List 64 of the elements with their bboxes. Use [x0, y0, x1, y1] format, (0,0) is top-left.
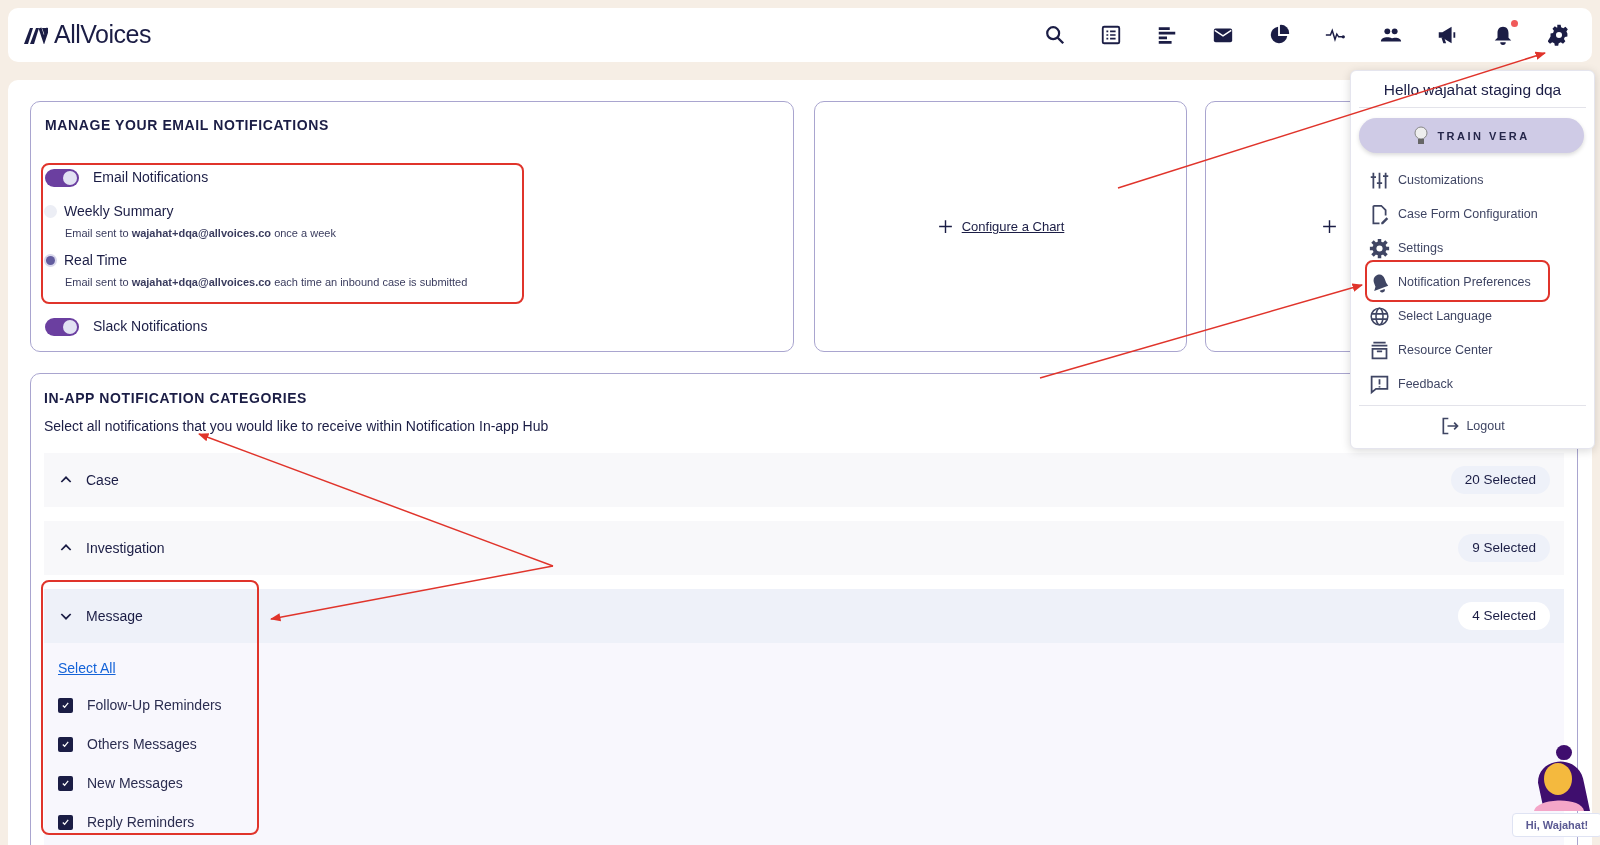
menu-item[interactable]: Settings	[1369, 233, 1448, 264]
logo-icon	[24, 26, 48, 44]
checkbox-label: Reply Reminders	[87, 813, 195, 832]
checkmark-icon	[61, 701, 70, 710]
plus-icon[interactable]	[1321, 218, 1338, 235]
checkmark-icon	[61, 740, 70, 749]
menu-greeting: Hello wajahat staging dqa	[1359, 75, 1586, 109]
logout-link[interactable]: Logout	[1440, 416, 1505, 437]
category-header[interactable]: Message 4 Selected	[44, 589, 1564, 643]
globe-icon	[1369, 305, 1390, 327]
logo-text: AllVoices	[54, 19, 151, 51]
feedback-icon	[1369, 373, 1390, 395]
gear-icon[interactable]	[1548, 24, 1570, 46]
toggle-label: Email Notifications	[93, 168, 209, 187]
selected-count: 20 Selected	[1450, 466, 1550, 494]
category-header[interactable]: Investigation 9 Selected	[44, 521, 1564, 575]
category-name: Case	[86, 470, 119, 490]
search-icon[interactable]	[1044, 24, 1066, 46]
selected-count: 4 Selected	[1458, 602, 1550, 630]
selected-count: 9 Selected	[1458, 534, 1550, 562]
menu-item[interactable]: Case Form Configuration	[1369, 199, 1542, 230]
radio-label: Real Time	[64, 250, 128, 270]
checkbox-label: Others Messages	[87, 735, 197, 754]
lightbulb-icon	[1413, 125, 1430, 146]
bell-icon[interactable]	[1492, 24, 1514, 46]
section-subtitle: Select all notifications that you would like to receive within Notification In-app Hub	[44, 417, 549, 436]
section-title: MANAGE YOUR EMAIL NOTIFICATIONS	[45, 116, 330, 135]
radio-button[interactable]	[44, 253, 57, 267]
menu-item[interactable]: Feedback	[1369, 369, 1457, 400]
toggle-label: Slack Notifications	[93, 317, 208, 336]
pie-chart-icon[interactable]	[1268, 24, 1290, 46]
option-description: Email sent to wajahat+dqa@allvoices.co once a week	[65, 226, 337, 241]
gear-icon	[1369, 237, 1390, 259]
category-name: Message	[86, 606, 143, 626]
radio-button[interactable]	[44, 205, 57, 218]
category-name: Investigation	[86, 538, 165, 558]
option-description: Email sent to wajahat+dqa@allvoices.co each time an inbound case is submitted	[65, 274, 469, 290]
logout-icon	[1440, 416, 1461, 437]
bar-chart-icon[interactable]	[1156, 24, 1178, 46]
toggle-switch[interactable]	[45, 317, 79, 336]
list-icon[interactable]	[1100, 24, 1122, 46]
select-all-link[interactable]: Select All	[58, 658, 116, 679]
checkbox[interactable]	[58, 698, 73, 713]
checkmark-icon	[61, 818, 70, 827]
radio-label: Weekly Summary	[64, 202, 174, 221]
assistant-greeting[interactable]: Hi, Wajahat!	[1512, 813, 1600, 837]
checkbox[interactable]	[58, 776, 73, 791]
archive-box-icon	[1369, 339, 1390, 361]
menu-item[interactable]: Customizations	[1369, 165, 1488, 196]
category-header[interactable]: Case 20 Selected	[44, 453, 1564, 507]
checkbox-label: New Messages	[87, 774, 183, 793]
section-title: IN-APP NOTIFICATION CATEGORIES	[44, 389, 308, 408]
menu-item[interactable]: Select Language	[1369, 301, 1496, 332]
checkbox[interactable]	[58, 737, 73, 752]
menu-item[interactable]: Resource Center	[1369, 335, 1497, 366]
megaphone-icon[interactable]	[1436, 24, 1458, 46]
menu-item[interactable]: Notification Preferences	[1369, 267, 1535, 298]
toggle-switch[interactable]	[45, 168, 79, 187]
train-vera-button[interactable]: TRAIN VERA	[1359, 118, 1584, 154]
plus-icon	[936, 218, 954, 235]
configure-chart-link[interactable]: Configure a Chart	[961, 216, 1065, 237]
checkmark-icon	[61, 779, 70, 788]
checkbox-label: Follow-Up Reminders	[87, 696, 222, 715]
checkbox[interactable]	[58, 815, 73, 830]
